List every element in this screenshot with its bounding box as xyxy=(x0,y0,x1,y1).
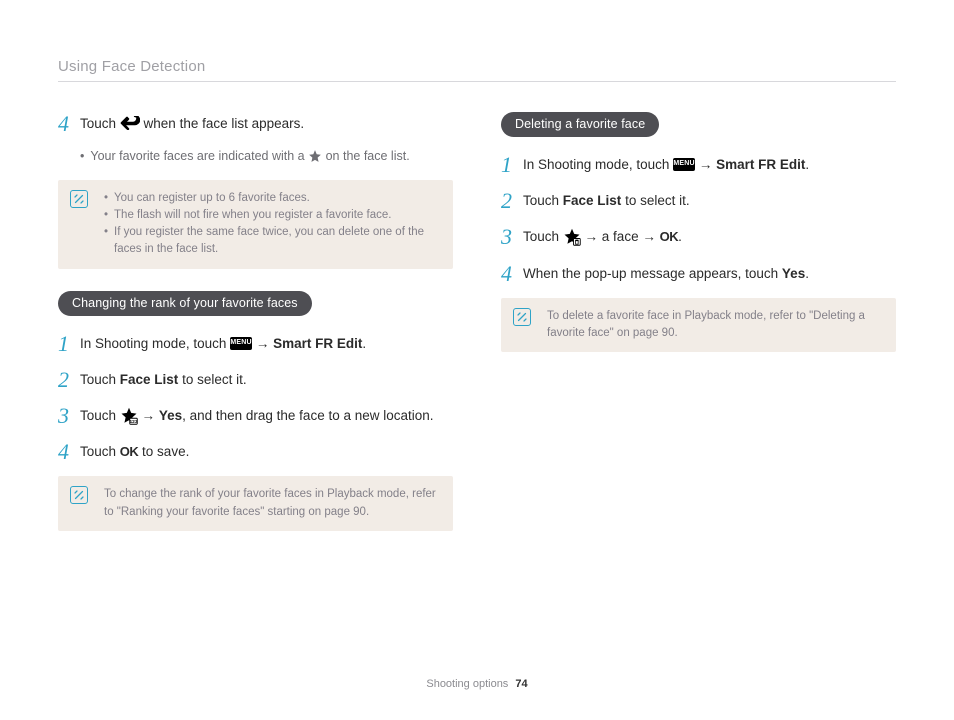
note-icon xyxy=(70,486,88,504)
star-icon xyxy=(308,148,322,164)
text: In Shooting mode, touch xyxy=(80,336,230,351)
page-section-title: Using Face Detection xyxy=(58,58,896,82)
menu-icon: MENU xyxy=(230,337,252,350)
info-item: •The flash will not fire when you regist… xyxy=(104,207,439,224)
text: Your favorite faces are indicated with a xyxy=(90,149,308,163)
text: to save. xyxy=(142,444,189,459)
ok-icon: OK xyxy=(660,229,679,244)
page-number: 74 xyxy=(515,678,527,690)
step-number: 2 xyxy=(58,368,80,392)
note-icon xyxy=(70,190,88,208)
bold-text: Smart FR Edit xyxy=(716,157,805,172)
heading-pill-delete: Deleting a favorite face xyxy=(501,112,659,137)
delete-step-1: 1 In Shooting mode, touch MENU → Smart F… xyxy=(501,153,896,177)
text: on the face list. xyxy=(326,149,410,163)
text: . xyxy=(805,266,809,281)
text: when the face list appears. xyxy=(144,116,305,131)
step-text: Touch 123 → Yes, and then drag the face … xyxy=(80,404,434,426)
star-rank-icon: 123 xyxy=(120,408,138,424)
delete-step-4: 4 When the pop-up message appears, touch… xyxy=(501,262,896,286)
note-icon xyxy=(513,308,531,326)
step-text: When the pop-up message appears, touch Y… xyxy=(523,262,809,284)
rank-step-4: 4 Touch OK to save. xyxy=(58,440,453,464)
rank-step-3: 3 Touch 123 → Yes, and then drag the fac… xyxy=(58,404,453,428)
text: Touch xyxy=(80,408,120,423)
bold-text: Face List xyxy=(563,193,622,208)
arrow: → xyxy=(699,157,716,172)
arrow: → xyxy=(256,336,273,351)
info-box-delete-playback: To delete a favorite face in Playback mo… xyxy=(501,298,896,353)
text: In Shooting mode, touch xyxy=(523,157,673,172)
rank-step-1: 1 In Shooting mode, touch MENU → Smart F… xyxy=(58,332,453,356)
sub-bullet-text: Your favorite faces are indicated with a… xyxy=(90,148,409,166)
text: to select it. xyxy=(178,372,246,387)
text: . xyxy=(805,157,809,172)
step-text: In Shooting mode, touch MENU → Smart FR … xyxy=(523,153,809,175)
content-columns: 4 Touch when the face list appears. • Yo… xyxy=(58,112,896,553)
bullet-dot: • xyxy=(80,148,84,166)
text: , and then drag the face to a new locati… xyxy=(182,408,433,423)
step-number: 3 xyxy=(501,225,523,249)
info-item: •You can register up to 6 favorite faces… xyxy=(104,190,439,207)
arrow: → a face → xyxy=(585,229,660,244)
delete-step-3: 3 Touch → a face → OK. xyxy=(501,225,896,249)
text: Touch xyxy=(523,193,563,208)
bold-text: Smart FR Edit xyxy=(273,336,362,351)
bold-text: Yes xyxy=(159,408,182,423)
info-text: To delete a favorite face in Playback mo… xyxy=(547,308,882,343)
info-list: •You can register up to 6 favorite faces… xyxy=(104,190,439,259)
info-text: To change the rank of your favorite face… xyxy=(104,486,439,521)
info-item: •If you register the same face twice, yo… xyxy=(104,224,439,259)
text: . xyxy=(362,336,366,351)
step-text: Touch → a face → OK. xyxy=(523,225,682,247)
text: The flash will not fire when you registe… xyxy=(114,207,391,224)
delete-step-2: 2 Touch Face List to select it. xyxy=(501,189,896,213)
step-number: 1 xyxy=(58,332,80,356)
rank-step-2: 2 Touch Face List to select it. xyxy=(58,368,453,392)
left-column: 4 Touch when the face list appears. • Yo… xyxy=(58,112,453,553)
text: You can register up to 6 favorite faces. xyxy=(114,190,310,207)
return-icon xyxy=(120,115,140,131)
step-text: Touch Face List to select it. xyxy=(523,189,690,211)
bold-text: Face List xyxy=(120,372,179,387)
step-number: 2 xyxy=(501,189,523,213)
text: Touch xyxy=(523,229,563,244)
text: Touch xyxy=(80,444,120,459)
menu-icon: MENU xyxy=(673,158,695,171)
ok-icon: OK xyxy=(120,444,139,459)
step-text: Touch OK to save. xyxy=(80,440,189,462)
right-column: Deleting a favorite face 1 In Shooting m… xyxy=(501,112,896,553)
bold-text: Yes xyxy=(782,266,805,281)
star-delete-icon xyxy=(563,229,581,245)
arrow: → xyxy=(142,408,159,423)
sub-bullet: • Your favorite faces are indicated with… xyxy=(80,148,453,166)
text: Touch xyxy=(80,372,120,387)
page-footer: Shooting options 74 xyxy=(0,678,954,690)
text: When the pop-up message appears, touch xyxy=(523,266,782,281)
step-text: Touch Face List to select it. xyxy=(80,368,247,390)
step-text: Touch when the face list appears. xyxy=(80,112,304,134)
text: If you register the same face twice, you… xyxy=(114,224,439,259)
footer-section: Shooting options xyxy=(426,678,508,690)
step-number: 3 xyxy=(58,404,80,428)
text: . xyxy=(678,229,682,244)
info-box-rank-playback: To change the rank of your favorite face… xyxy=(58,476,453,531)
text: to select it. xyxy=(621,193,689,208)
info-box-register: •You can register up to 6 favorite faces… xyxy=(58,180,453,269)
step-number: 1 xyxy=(501,153,523,177)
step-number: 4 xyxy=(501,262,523,286)
step-text: In Shooting mode, touch MENU → Smart FR … xyxy=(80,332,366,354)
heading-pill-rank: Changing the rank of your favorite faces xyxy=(58,291,312,316)
svg-text:123: 123 xyxy=(129,419,137,425)
step-number: 4 xyxy=(58,440,80,464)
text: Touch xyxy=(80,116,120,131)
step-number: 4 xyxy=(58,112,80,136)
step-4-top: 4 Touch when the face list appears. xyxy=(58,112,453,136)
